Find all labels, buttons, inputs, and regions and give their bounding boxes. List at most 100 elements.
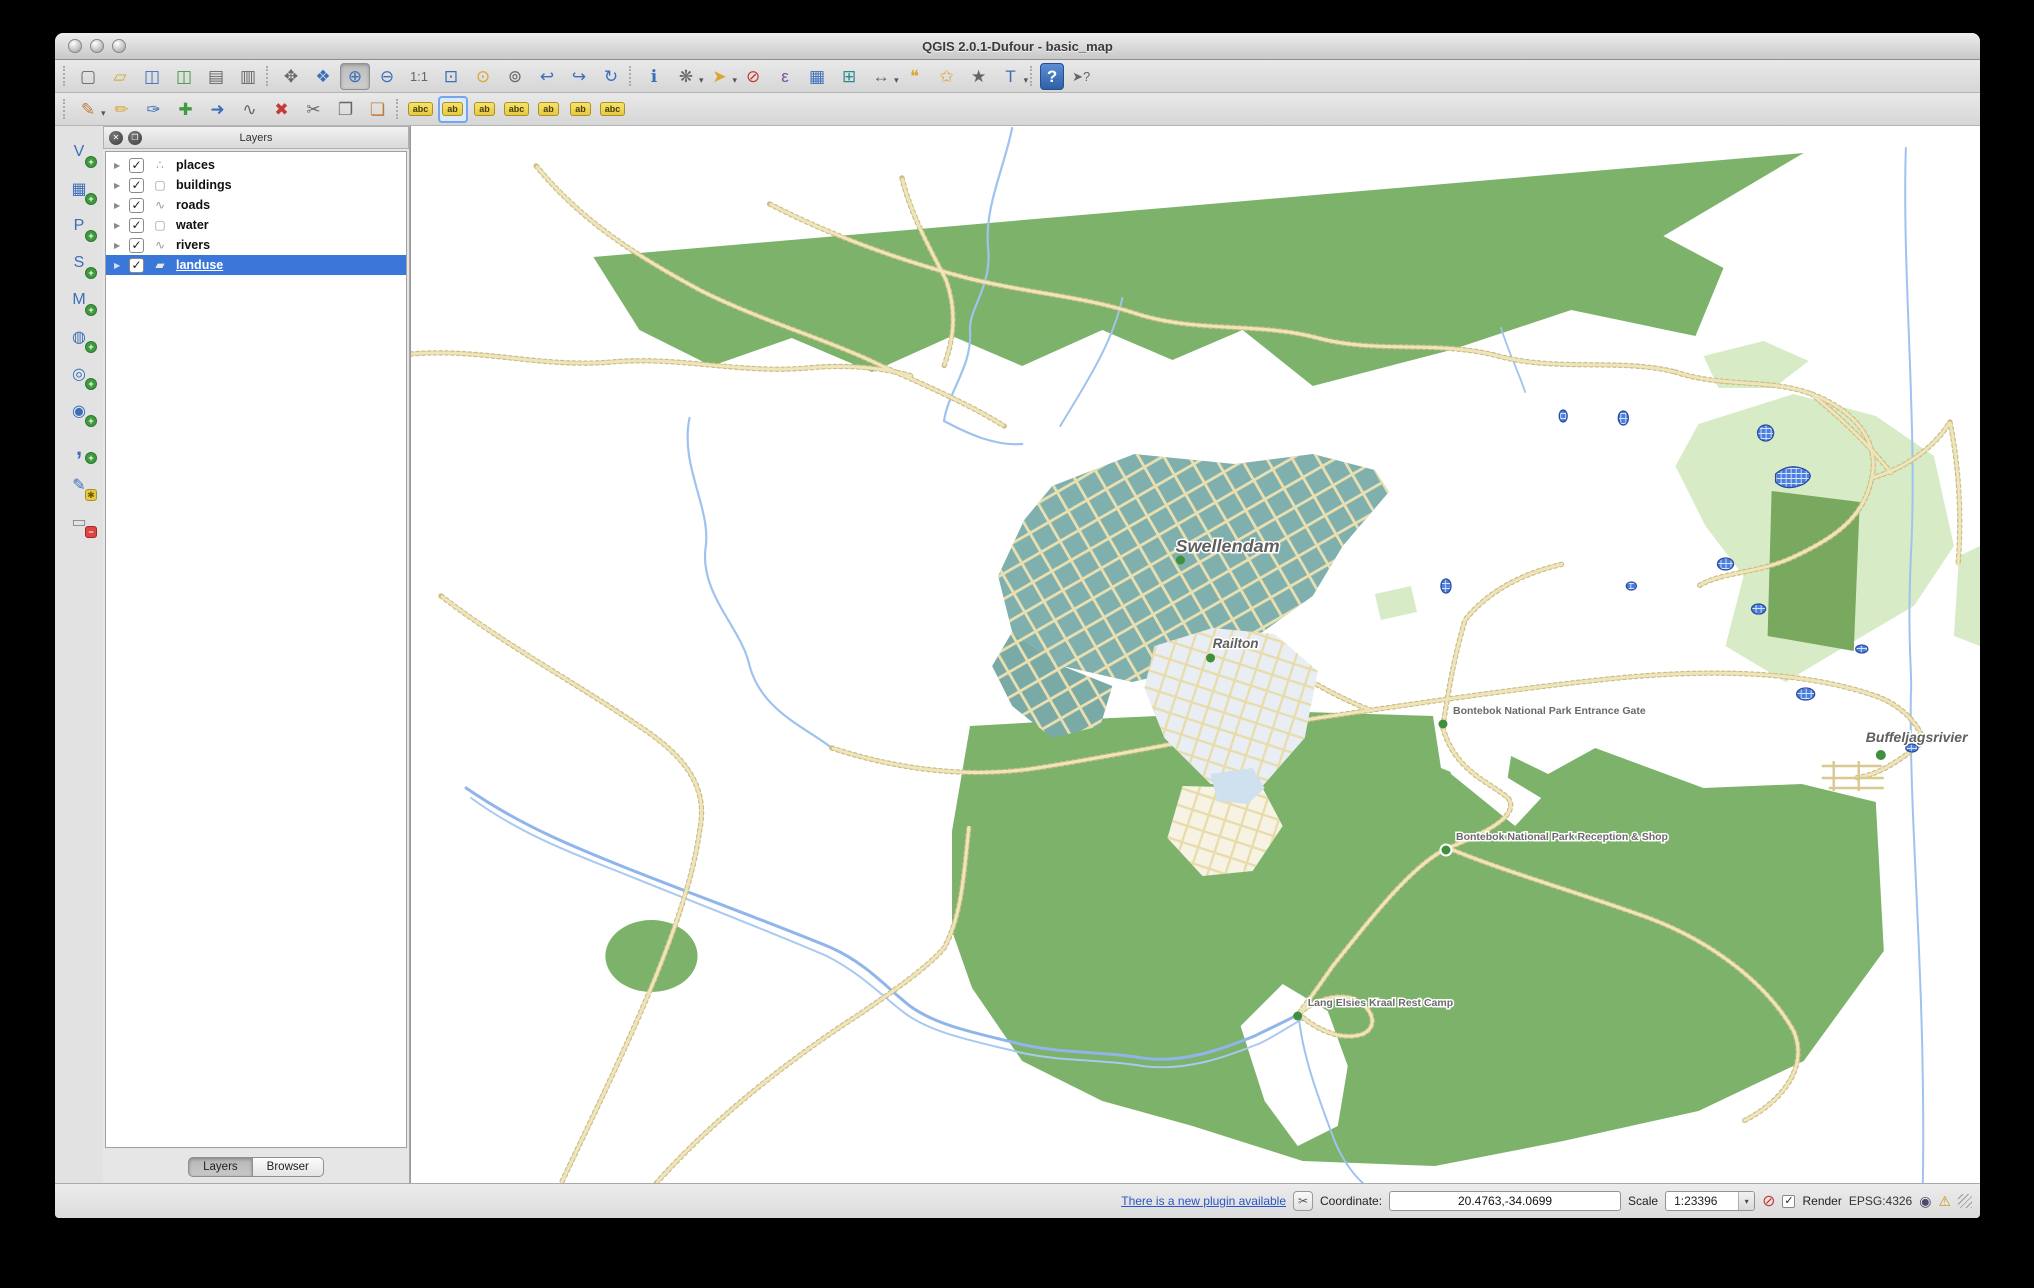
toolbar-handle[interactable] [63, 66, 67, 86]
scale-combo[interactable]: 1:23396 ▾ [1665, 1191, 1755, 1211]
expand-caret-icon[interactable]: ▶ [114, 261, 122, 270]
title-bar[interactable]: QGIS 2.0.1-Dufour - basic_map [55, 33, 1980, 60]
layer-visibility-checkbox[interactable]: ✓ [129, 178, 144, 193]
expand-caret-icon[interactable]: ▶ [114, 181, 122, 190]
pan-to-selection-icon[interactable]: ❖ [308, 63, 338, 90]
toolbar-handle[interactable] [629, 66, 633, 86]
layer-labeling-icon[interactable]: abc [406, 96, 436, 123]
zoom-next-icon[interactable]: ↪ [564, 63, 594, 90]
current-edits-icon[interactable]: ✎ [73, 96, 103, 123]
feature-action-dropdown-icon[interactable]: ▾ [699, 75, 704, 86]
plugin-notification-icon[interactable]: ✂ [1293, 1191, 1313, 1211]
layer-name[interactable]: places [176, 158, 215, 172]
add-wfs-layer-button[interactable]: ◉+ [64, 397, 94, 425]
add-postgis-layer-button[interactable]: P+ [64, 212, 94, 240]
save-layer-edits-icon[interactable]: ✑ [139, 96, 169, 123]
scale-value[interactable]: 1:23396 [1666, 1192, 1738, 1210]
layer-name[interactable]: rivers [176, 238, 210, 252]
remove-layer-button[interactable]: ▭− [64, 508, 94, 536]
pan-map-icon[interactable]: ✥ [276, 63, 306, 90]
select-dropdown-icon[interactable]: ▾ [733, 75, 738, 86]
expand-caret-icon[interactable]: ▶ [114, 241, 122, 250]
toolbar-handle[interactable] [266, 66, 270, 86]
pin-labels-icon[interactable]: ab [438, 96, 468, 123]
add-spatialite-layer-button[interactable]: S+ [64, 249, 94, 277]
add-mssql-layer-button[interactable]: M+ [64, 286, 94, 314]
close-panel-icon[interactable]: ✕ [109, 131, 123, 145]
whats-this-icon[interactable]: ➤? [1066, 63, 1096, 90]
show-hide-labels-icon[interactable]: abc [502, 96, 532, 123]
zoom-to-selection-icon[interactable]: ⊙ [468, 63, 498, 90]
open-attribute-table-icon[interactable]: ▦ [802, 63, 832, 90]
add-wms-layer-button[interactable]: ◍+ [64, 323, 94, 351]
zoom-window-button[interactable] [112, 39, 126, 53]
rotate-label-icon[interactable]: ab [566, 96, 596, 123]
tab-browser[interactable]: Browser [253, 1157, 324, 1177]
toolbar-handle[interactable] [1030, 66, 1034, 86]
layer-name[interactable]: roads [176, 198, 210, 212]
show-bookmarks-icon[interactable]: ★ [964, 63, 994, 90]
scale-dropdown-icon[interactable]: ▾ [1738, 1192, 1754, 1210]
toggle-editing-icon[interactable]: ✏ [107, 96, 137, 123]
plugin-available-link[interactable]: There is a new plugin available [1121, 1194, 1286, 1208]
layer-row-places[interactable]: ▶ ✓ ∴ places [106, 155, 406, 175]
map-tips-icon[interactable]: ❝ [900, 63, 930, 90]
new-bookmark-icon[interactable]: ✩ [932, 63, 962, 90]
message-log-warning-icon[interactable]: ⚠ [1938, 1193, 1951, 1210]
toolbar-handle[interactable] [396, 99, 400, 119]
zoom-in-icon[interactable]: ⊕ [340, 63, 370, 90]
add-vector-layer-button[interactable]: V+ [64, 138, 94, 166]
select-features-icon[interactable]: ➤ [705, 63, 735, 90]
identify-features-icon[interactable]: ℹ [639, 63, 669, 90]
layer-name[interactable]: water [176, 218, 209, 232]
layer-row-buildings[interactable]: ▶ ✓ ▢ buildings [106, 175, 406, 195]
zoom-full-extent-icon[interactable]: ⊡ [436, 63, 466, 90]
layer-row-water[interactable]: ▶ ✓ ▢ water [106, 215, 406, 235]
zoom-out-icon[interactable]: ⊖ [372, 63, 402, 90]
help-icon[interactable]: ? [1040, 63, 1064, 90]
highlight-pinned-labels-icon[interactable]: ab [470, 96, 500, 123]
select-by-expression-icon[interactable]: ε [770, 63, 800, 90]
measure-dropdown-icon[interactable]: ▾ [894, 75, 899, 86]
zoom-actual-size-icon[interactable]: 1:1 [404, 63, 434, 90]
layer-visibility-checkbox[interactable]: ✓ [129, 158, 144, 173]
render-checkbox[interactable]: ✓ [1782, 1195, 1795, 1208]
new-spatialite-layer-button[interactable]: ✎✱ [64, 471, 94, 499]
add-delimited-text-layer-button[interactable]: ,+ [64, 434, 94, 462]
layers-panel-header[interactable]: ✕ ❐ Layers [103, 126, 409, 149]
map-canvas[interactable]: Swellendam Railton Bontebok National Par… [410, 126, 1980, 1183]
minimize-window-button[interactable] [90, 39, 104, 53]
expand-caret-icon[interactable]: ▶ [114, 161, 122, 170]
coordinate-input[interactable]: 20.4763,-34.0699 [1389, 1191, 1621, 1211]
annotation-dropdown-icon[interactable]: ▾ [1024, 75, 1029, 86]
cut-features-icon[interactable]: ✂ [299, 96, 329, 123]
layer-visibility-checkbox[interactable]: ✓ [129, 258, 144, 273]
field-calculator-icon[interactable]: ⊞ [834, 63, 864, 90]
composer-manager-icon[interactable]: ▥ [233, 63, 263, 90]
run-feature-action-icon[interactable]: ❋ [671, 63, 701, 90]
copy-features-icon[interactable]: ❐ [331, 96, 361, 123]
new-project-icon[interactable]: ▢ [73, 63, 103, 90]
move-label-icon[interactable]: ab [534, 96, 564, 123]
zoom-to-layer-icon[interactable]: ⊚ [500, 63, 530, 90]
change-label-icon[interactable]: abc [598, 96, 628, 123]
layer-visibility-checkbox[interactable]: ✓ [129, 198, 144, 213]
layer-name[interactable]: landuse [176, 258, 223, 272]
layer-row-rivers[interactable]: ▶ ✓ ∿ rivers [106, 235, 406, 255]
expand-caret-icon[interactable]: ▶ [114, 221, 122, 230]
node-tool-icon[interactable]: ∿ [235, 96, 265, 123]
stop-render-icon[interactable]: ⊘ [1762, 1191, 1775, 1211]
resize-grip[interactable] [1958, 1194, 1972, 1208]
layer-row-roads[interactable]: ▶ ✓ ∿ roads [106, 195, 406, 215]
crs-status-icon[interactable]: ◉ [1919, 1193, 1931, 1210]
current-edits-dropdown-icon[interactable]: ▾ [101, 108, 106, 119]
layer-name[interactable]: buildings [176, 178, 232, 192]
layer-visibility-checkbox[interactable]: ✓ [129, 218, 144, 233]
close-window-button[interactable] [68, 39, 82, 53]
add-raster-layer-button[interactable]: ▦+ [64, 175, 94, 203]
float-panel-icon[interactable]: ❐ [128, 131, 142, 145]
deselect-features-icon[interactable]: ⊘ [738, 63, 768, 90]
add-feature-icon[interactable]: ✚ [171, 96, 201, 123]
layer-row-landuse[interactable]: ▶ ✓ ▰ landuse [106, 255, 406, 275]
delete-selected-icon[interactable]: ✖ [267, 96, 297, 123]
